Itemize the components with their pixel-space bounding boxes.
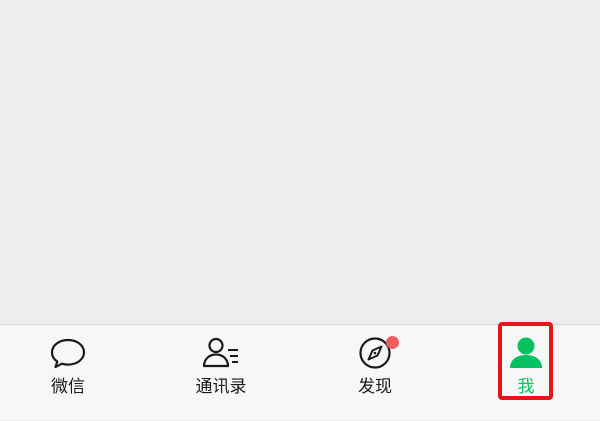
tab-chats[interactable]: 微信 <box>13 325 123 421</box>
highlight-annotation-box <box>498 322 553 400</box>
chat-bubble-icon <box>48 335 88 371</box>
notification-dot-badge <box>386 336 399 349</box>
tab-label-chats: 微信 <box>51 377 85 397</box>
tab-label-discover: 发现 <box>358 377 392 397</box>
tab-label-contacts: 通讯录 <box>195 377 247 397</box>
main-content-area <box>0 0 600 324</box>
tab-contacts[interactable]: 通讯录 <box>166 325 276 421</box>
tab-discover[interactable]: 发现 <box>320 325 430 421</box>
contacts-icon <box>201 335 241 371</box>
